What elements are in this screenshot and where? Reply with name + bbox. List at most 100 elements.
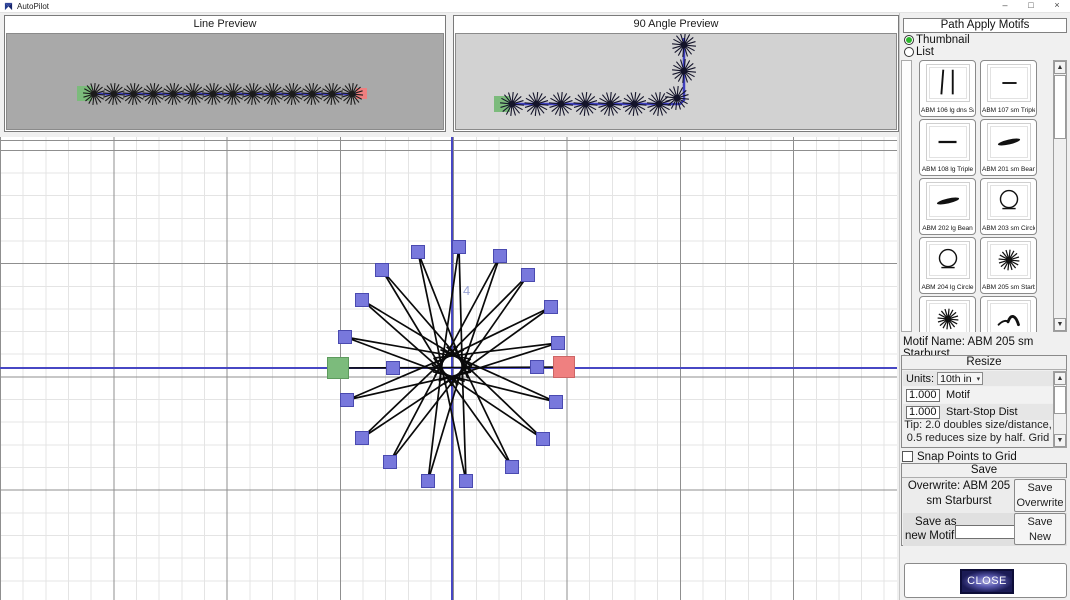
short-horizontal-line-icon <box>988 65 1030 101</box>
minimize-icon[interactable]: – <box>992 0 1018 12</box>
control-point-handle[interactable] <box>412 246 425 259</box>
resize-scrollbar[interactable]: ▲ ▼ <box>1053 371 1067 448</box>
scroll-up-icon[interactable]: ▲ <box>1054 372 1066 385</box>
control-point-handle[interactable] <box>522 269 535 282</box>
axis-number-label: 4 <box>463 283 470 298</box>
bean-icon <box>927 183 969 219</box>
scroll-down-icon[interactable]: ▼ <box>1054 434 1066 447</box>
motif-thumbnail-grid: ABM 106 lg dns Satin ABM 107 sm Triple ABM… <box>919 60 1039 332</box>
list-radio-label: List <box>916 46 934 58</box>
circle-icon <box>927 242 969 278</box>
starburst-motif <box>665 86 689 110</box>
motif-card-label: ABM 108 lg Triple <box>921 166 974 173</box>
circle-icon <box>988 183 1030 219</box>
bird-icon <box>988 301 1030 332</box>
thumbnail-radio[interactable]: Thumbnail <box>904 34 970 46</box>
control-point-handle[interactable] <box>376 264 389 277</box>
motif-card-label: ABM 205 sm Starburst <box>982 284 1035 291</box>
control-point-handle[interactable] <box>460 475 473 488</box>
motif-card[interactable]: ABM 204 lg Circle <box>919 237 976 294</box>
overwrite-label: Overwrite: ABM 205sm Starburst <box>905 479 1013 509</box>
motif-card[interactable] <box>919 296 976 332</box>
scroll-up-icon[interactable]: ▲ <box>1054 61 1066 74</box>
line-preview-title: Line Preview <box>5 16 445 32</box>
motif-card[interactable] <box>980 296 1037 332</box>
scrollbar-thumb[interactable] <box>1054 75 1066 139</box>
maximize-icon[interactable]: □ <box>1018 0 1044 12</box>
app-icon <box>4 2 13 11</box>
motif-thumbnail <box>987 182 1031 220</box>
overwrite-row: Overwrite: ABM 205sm Starburst SaveOverw… <box>903 478 1067 513</box>
angle-preview-title: 90 Angle Preview <box>454 16 898 32</box>
motif-card-label: ABM 202 lg Bean <box>921 225 974 232</box>
control-point-handle[interactable] <box>356 294 369 307</box>
control-point-handle[interactable] <box>356 432 369 445</box>
end-point-handle[interactable] <box>554 357 575 378</box>
thumbnails-left-scrollbar[interactable] <box>901 60 912 332</box>
close-button[interactable]: CLOSE <box>960 569 1014 594</box>
window-title: AutoPilot <box>17 2 49 11</box>
angle-preview-panel: 90 Angle Preview <box>453 15 899 132</box>
snap-points-checkbox[interactable] <box>902 451 913 462</box>
motif-card[interactable]: ABM 203 sm Circle <box>980 178 1037 235</box>
control-point-handle[interactable] <box>531 361 544 374</box>
motif-card-label: ABM 107 sm Triple <box>982 107 1035 114</box>
line-preview-panel: Line Preview <box>4 15 446 132</box>
radio-selected-icon[interactable] <box>904 35 914 45</box>
scrollbar-thumb[interactable] <box>1054 386 1066 414</box>
control-point-handle[interactable] <box>453 241 466 254</box>
save-title: Save <box>902 464 1066 478</box>
control-point-handle[interactable] <box>341 394 354 407</box>
thumbnail-radio-label: Thumbnail <box>916 34 970 46</box>
path-apply-motifs-panel: Path Apply Motifs Thumbnail List ABM 106… <box>899 13 1070 600</box>
units-dropdown[interactable]: 10th in ▾ <box>937 372 983 385</box>
radio-unselected-icon[interactable] <box>904 47 914 57</box>
control-point-handle[interactable] <box>537 433 550 446</box>
double-vertical-lines-icon <box>927 65 969 101</box>
control-point-handle[interactable] <box>387 362 400 375</box>
motif-card[interactable]: ABM 107 sm Triple <box>980 60 1037 117</box>
motif-card[interactable]: ABM 201 sm Bean <box>980 119 1037 176</box>
thumbnails-scrollbar[interactable]: ▲ ▼ <box>1053 60 1067 332</box>
control-point-handle[interactable] <box>494 250 507 263</box>
resize-title: Resize <box>902 356 1066 370</box>
title-bar: AutoPilot – □ × <box>0 0 1070 13</box>
start-point-handle[interactable] <box>328 358 349 379</box>
snap-points-row: Snap Points to Grid <box>902 450 1017 463</box>
motif-card-label: ABM 204 lg Circle <box>921 284 974 291</box>
motif-edit-canvas[interactable]: 4 <box>0 137 897 600</box>
motif-card-label: ABM 203 sm Circle <box>982 225 1035 232</box>
motif-size-label: Motif <box>946 389 970 401</box>
close-icon[interactable]: × <box>1044 0 1070 12</box>
save-new-button[interactable]: SaveNew <box>1014 513 1066 545</box>
chevron-down-icon: ▾ <box>977 375 981 383</box>
starburst-icon <box>988 242 1030 278</box>
motif-thumbnail <box>987 300 1031 332</box>
motif-thumbnail <box>926 241 970 279</box>
close-panel: CLOSE <box>904 563 1067 598</box>
motif-card[interactable]: ABM 202 lg Bean <box>919 178 976 235</box>
control-point-handle[interactable] <box>506 461 519 474</box>
control-point-handle[interactable] <box>552 337 565 350</box>
start-stop-dist-label: Start-Stop Dist <box>946 406 1018 418</box>
list-radio[interactable]: List <box>904 46 934 58</box>
motif-size-input[interactable] <box>906 389 940 402</box>
save-overwrite-button[interactable]: SaveOverwrite <box>1014 479 1066 512</box>
new-motif-name-input[interactable] <box>955 525 1021 539</box>
control-point-handle[interactable] <box>545 301 558 314</box>
control-point-handle[interactable] <box>339 331 352 344</box>
control-point-handle[interactable] <box>384 456 397 469</box>
motif-stitch-drawing <box>0 137 897 600</box>
control-point-handle[interactable] <box>422 475 435 488</box>
motif-card[interactable]: ABM 108 lg Triple <box>919 119 976 176</box>
panel-title: Path Apply Motifs <box>903 18 1067 33</box>
motif-card[interactable]: ABM 106 lg dns Satin <box>919 60 976 117</box>
start-stop-dist-input[interactable] <box>906 406 940 419</box>
resize-section: Resize Units: 10th in ▾ Motif Start-Stop… <box>901 355 1067 448</box>
motif-card[interactable]: ABM 205 sm Starburst <box>980 237 1037 294</box>
save-as-row: Save asnew Motif: SaveNew <box>903 513 1067 546</box>
motif-thumbnail <box>926 123 970 161</box>
motif-thumbnail <box>926 64 970 102</box>
scroll-down-icon[interactable]: ▼ <box>1054 318 1066 331</box>
control-point-handle[interactable] <box>550 396 563 409</box>
